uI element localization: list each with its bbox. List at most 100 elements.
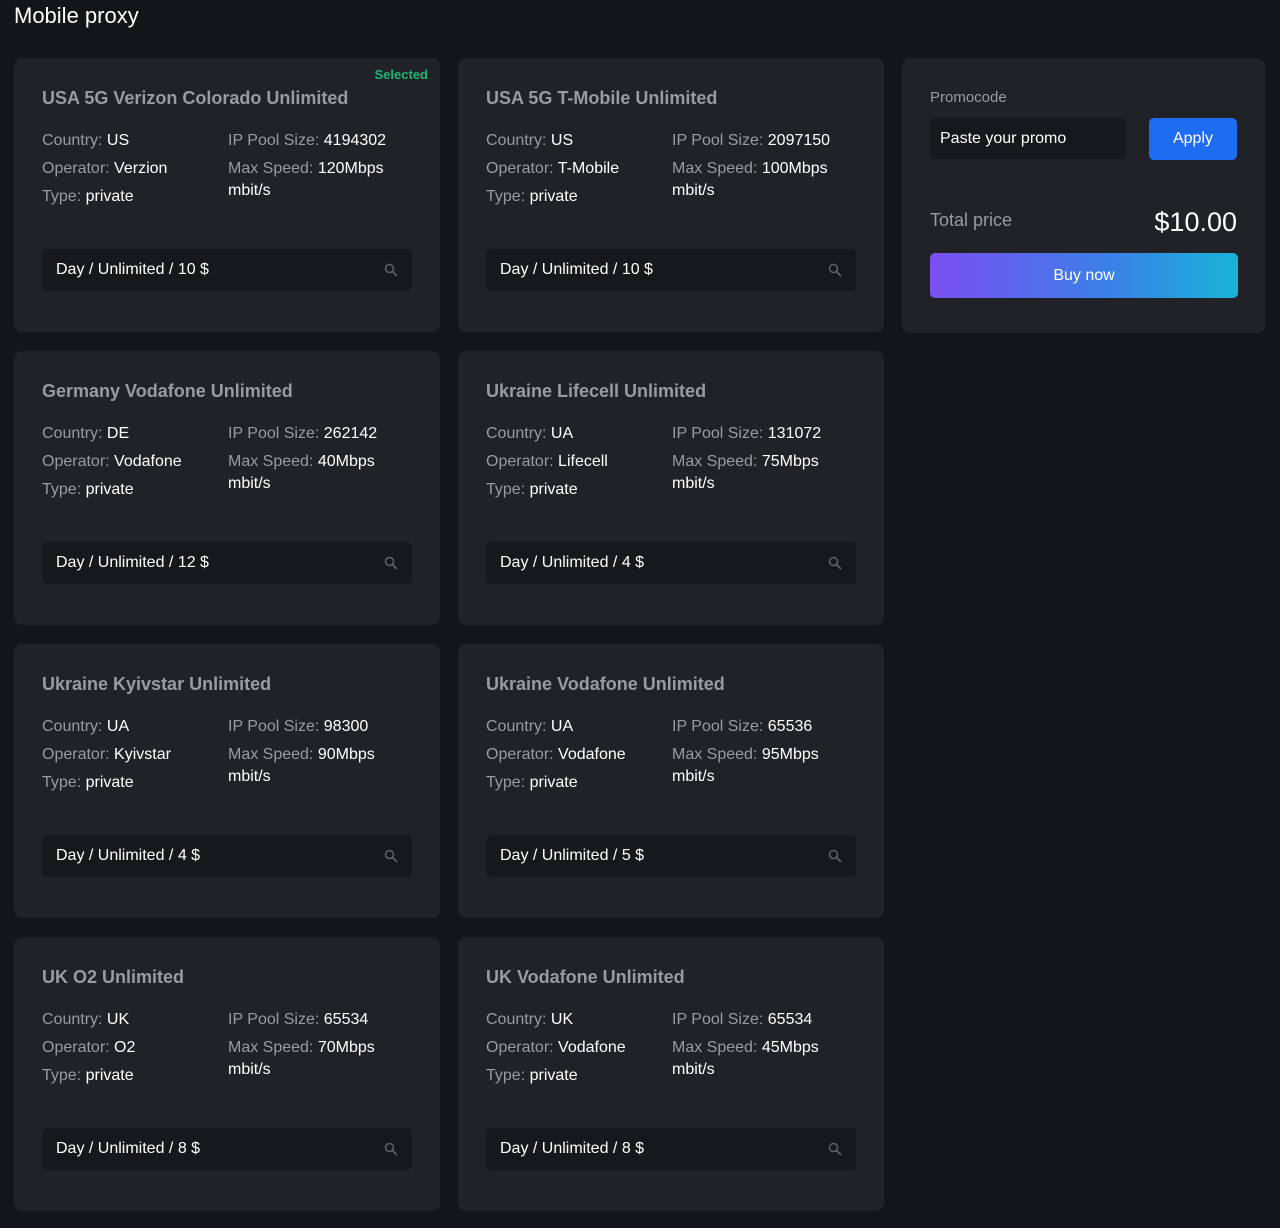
type-value: private <box>85 774 134 791</box>
operator-value: Kyivstar <box>114 746 171 763</box>
max-speed-label: Max Speed: <box>672 160 758 177</box>
max-speed-label: Max Speed: <box>672 746 758 763</box>
promocode-label: Promocode <box>930 89 1007 106</box>
operator-label: Operator: <box>42 1039 110 1056</box>
type-label: Type: <box>42 481 82 498</box>
search-icon <box>384 849 398 863</box>
ip-pool-value: 65536 <box>767 718 813 735</box>
max-speed-value: 90Mbps <box>317 746 375 763</box>
page-title: Mobile proxy <box>14 3 139 28</box>
max-speed-label: Max Speed: <box>228 1039 314 1056</box>
country-value: UA <box>550 425 574 442</box>
plan-select[interactable]: Day / Unlimited / 4 $ <box>42 835 412 877</box>
search-icon <box>384 556 398 570</box>
country-label: Country: <box>42 132 103 149</box>
product-details-left: Country: DE Operator: Vodafone Type: priva… <box>42 424 222 508</box>
product-card[interactable]: Selected USA 5G Verizon Colorado Unlimite… <box>14 58 440 332</box>
operator-label: Operator: <box>486 1039 554 1056</box>
plan-select-value: Day / Unlimited / 10 $ <box>500 261 653 278</box>
plan-select[interactable]: Day / Unlimited / 10 $ <box>486 249 856 291</box>
country-value: UK <box>550 1011 574 1028</box>
operator-value: Vodafone <box>114 453 182 470</box>
ip-pool-label: IP Pool Size: <box>228 718 320 735</box>
plan-select[interactable]: Day / Unlimited / 10 $ <box>42 249 412 291</box>
ip-pool-label: IP Pool Size: <box>228 132 320 149</box>
max-speed-value: 45Mbps <box>761 1039 819 1056</box>
ip-pool-value: 65534 <box>323 1011 369 1028</box>
type-value: private <box>85 1067 134 1084</box>
apply-button[interactable]: Apply <box>1149 118 1237 160</box>
search-icon <box>828 1142 842 1156</box>
type-label: Type: <box>486 481 526 498</box>
plan-select[interactable]: Day / Unlimited / 12 $ <box>42 542 412 584</box>
type-row: Type: private <box>486 187 666 215</box>
speed-unit: mbit/s <box>228 475 271 492</box>
product-details-right: IP Pool Size: 65536 Max Speed: 95Mbps mbit… <box>672 717 862 787</box>
country-label: Country: <box>486 425 547 442</box>
country-value: UK <box>106 1011 130 1028</box>
product-details-left: Country: UK Operator: O2 Type: private <box>42 1010 222 1094</box>
country-row: Country: DE <box>42 424 222 452</box>
country-label: Country: <box>42 1011 103 1028</box>
type-value: private <box>85 188 134 205</box>
operator-row: Operator: Vodafone <box>486 1038 666 1066</box>
operator-label: Operator: <box>42 160 110 177</box>
type-label: Type: <box>42 1067 82 1084</box>
product-card[interactable]: Ukraine Kyivstar Unlimited Country: UA Ope… <box>14 644 440 918</box>
type-value: private <box>529 1067 578 1084</box>
operator-value: T-Mobile <box>557 160 620 177</box>
type-label: Type: <box>486 774 526 791</box>
product-card[interactable]: USA 5G T-Mobile Unlimited Country: US Oper… <box>458 58 884 332</box>
ip-pool-label: IP Pool Size: <box>228 1011 320 1028</box>
product-details-right: IP Pool Size: 4194302 Max Speed: 120Mbps m… <box>228 131 418 201</box>
plan-select[interactable]: Day / Unlimited / 8 $ <box>42 1128 412 1170</box>
operator-label: Operator: <box>486 453 554 470</box>
max-speed-value: 100Mbps <box>761 160 828 177</box>
plan-select[interactable]: Day / Unlimited / 4 $ <box>486 542 856 584</box>
product-details-right: IP Pool Size: 65534 Max Speed: 70Mbps mbit… <box>228 1010 418 1080</box>
ip-pool-value: 262142 <box>323 425 378 442</box>
country-label: Country: <box>42 718 103 735</box>
type-value: private <box>529 188 578 205</box>
search-icon <box>828 849 842 863</box>
product-title: Germany Vodafone Unlimited <box>42 381 293 401</box>
max-speed-value: 120Mbps <box>317 160 384 177</box>
plan-select[interactable]: Day / Unlimited / 8 $ <box>486 1128 856 1170</box>
type-row: Type: private <box>42 773 222 801</box>
product-card[interactable]: Ukraine Vodafone Unlimited Country: UA Ope… <box>458 644 884 918</box>
type-row: Type: private <box>42 1066 222 1094</box>
max-speed-label: Max Speed: <box>672 453 758 470</box>
operator-value: Verzion <box>114 160 168 177</box>
total-price-label: Total price <box>930 210 1013 230</box>
ip-pool-value: 131072 <box>767 425 822 442</box>
product-card[interactable]: Germany Vodafone Unlimited Country: DE Ope… <box>14 351 440 625</box>
product-card[interactable]: UK Vodafone Unlimited Country: UK Operator… <box>458 937 884 1211</box>
country-value: US <box>550 132 574 149</box>
ip-pool-label: IP Pool Size: <box>672 1011 764 1028</box>
product-details-left: Country: UA Operator: Lifecell Type: priva… <box>486 424 666 508</box>
plan-select[interactable]: Day / Unlimited / 5 $ <box>486 835 856 877</box>
country-row: Country: UA <box>42 717 222 745</box>
plan-select-value: Day / Unlimited / 4 $ <box>500 554 645 571</box>
product-card[interactable]: Ukraine Lifecell Unlimited Country: UA Ope… <box>458 351 884 625</box>
operator-value: Vodafone <box>558 1039 626 1056</box>
country-label: Country: <box>486 1011 547 1028</box>
checkout-panel: Promocode Apply Total price $10.00 Buy n… <box>902 58 1265 333</box>
country-row: Country: US <box>486 131 666 159</box>
product-card[interactable]: UK O2 Unlimited Country: UK Operator: O2 Ty… <box>14 937 440 1211</box>
country-row: Country: US <box>42 131 222 159</box>
speed-unit: mbit/s <box>672 1061 715 1078</box>
product-details-left: Country: US Operator: T-Mobile Type: priva… <box>486 131 666 215</box>
total-price-value: $10.00 <box>1154 207 1237 237</box>
type-value: private <box>529 774 578 791</box>
speed-unit: mbit/s <box>672 475 715 492</box>
product-title: Ukraine Kyivstar Unlimited <box>42 674 272 694</box>
max-speed-value: 70Mbps <box>317 1039 375 1056</box>
max-speed-label: Max Speed: <box>228 746 314 763</box>
max-speed-value: 40Mbps <box>317 453 375 470</box>
type-label: Type: <box>42 188 82 205</box>
type-value: private <box>85 481 134 498</box>
promocode-input[interactable] <box>930 118 1126 159</box>
type-value: private <box>529 481 578 498</box>
buy-now-button[interactable]: Buy now <box>930 253 1238 298</box>
